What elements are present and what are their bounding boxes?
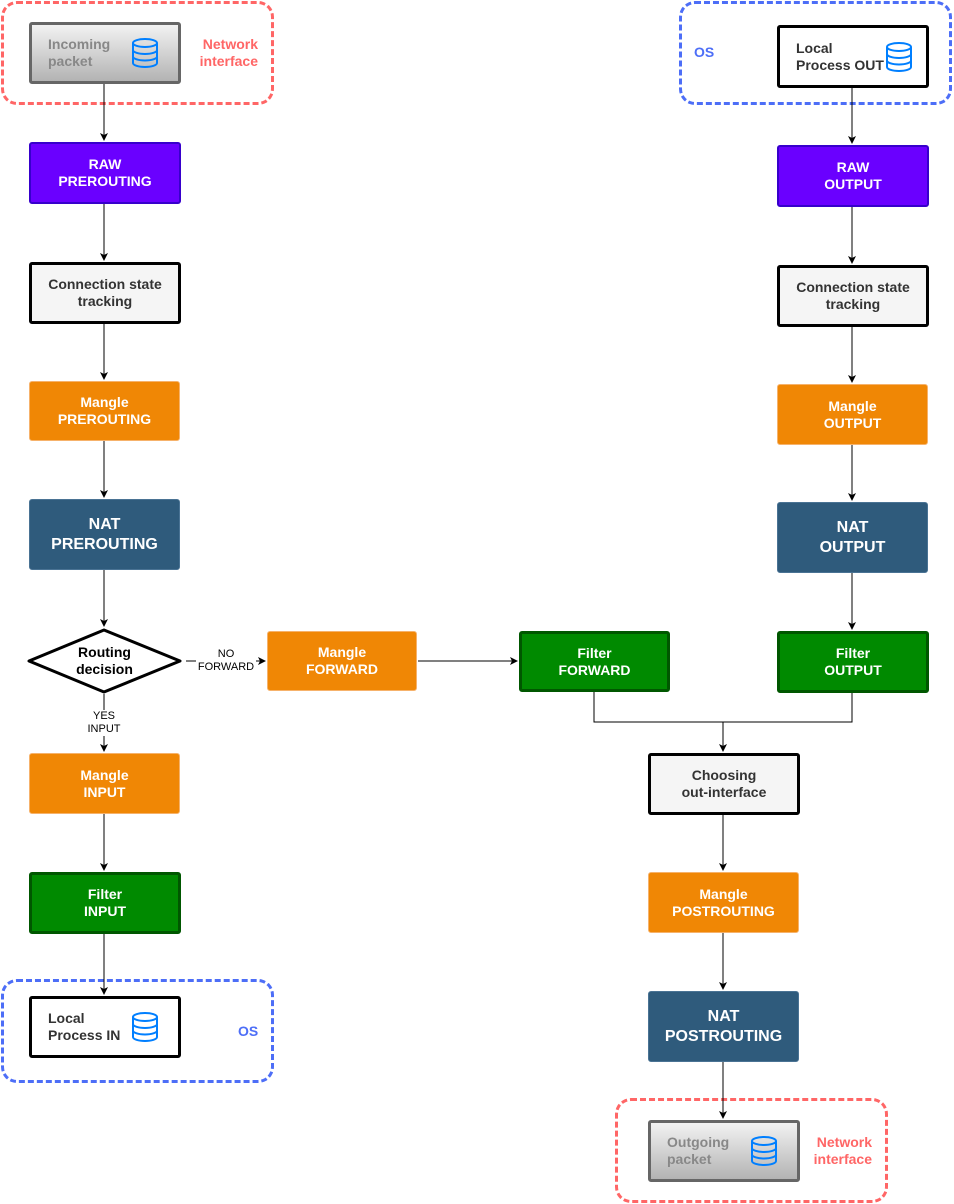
mangle-prerouting-node[interactable]: Mangle PREROUTING — [29, 381, 180, 441]
node-label: Outgoing packet — [667, 1134, 730, 1167]
filter-output-node[interactable]: Filter OUTPUT — [777, 631, 929, 693]
choosing-out-interface-node[interactable]: Choosing out-interface — [648, 753, 800, 815]
node-label: Incoming packet — [48, 36, 111, 69]
nat-postrouting-node[interactable]: NAT POSTROUTING — [648, 991, 799, 1062]
local-process-in-node[interactable]: Local Process IN — [29, 996, 181, 1058]
filter-input-node[interactable]: Filter INPUT — [29, 872, 181, 934]
edge-label-yes-input: YES INPUT — [80, 710, 128, 736]
edge — [593, 692, 727, 752]
database-icon — [886, 41, 912, 72]
edge — [723, 693, 853, 723]
incoming-packet-node[interactable]: Incoming packet — [29, 22, 181, 84]
database-icon — [751, 1136, 777, 1166]
mangle-input-node[interactable]: Mangle INPUT — [29, 753, 180, 814]
database-icon — [132, 1012, 158, 1042]
node-label: Local Process IN — [48, 1010, 121, 1043]
mangle-output-node[interactable]: Mangle OUTPUT — [777, 384, 928, 445]
database-icon — [132, 38, 158, 68]
edge-label-no-forward: NO FORWARD — [196, 648, 256, 674]
node-label: Local Process OUT — [796, 39, 884, 73]
filter-forward-node[interactable]: Filter FORWARD — [519, 631, 670, 692]
outgoing-packet-node[interactable]: Outgoing packet — [648, 1120, 800, 1182]
raw-output-node[interactable]: RAW OUTPUT — [777, 145, 929, 207]
nat-prerouting-node[interactable]: NAT PREROUTING — [29, 499, 180, 570]
local-process-out-node[interactable]: Local Process OUT — [777, 25, 929, 88]
mangle-postrouting-node[interactable]: Mangle POSTROUTING — [648, 872, 799, 933]
conntrack-left-node[interactable]: Connection state tracking — [29, 262, 181, 324]
routing-decision-label[interactable]: Routing decision — [29, 630, 180, 692]
raw-prerouting-node[interactable]: RAW PREROUTING — [29, 142, 181, 204]
conntrack-right-node[interactable]: Connection state tracking — [777, 265, 929, 327]
nat-output-node[interactable]: NAT OUTPUT — [777, 502, 928, 573]
mangle-forward-node[interactable]: Mangle FORWARD — [267, 631, 417, 691]
